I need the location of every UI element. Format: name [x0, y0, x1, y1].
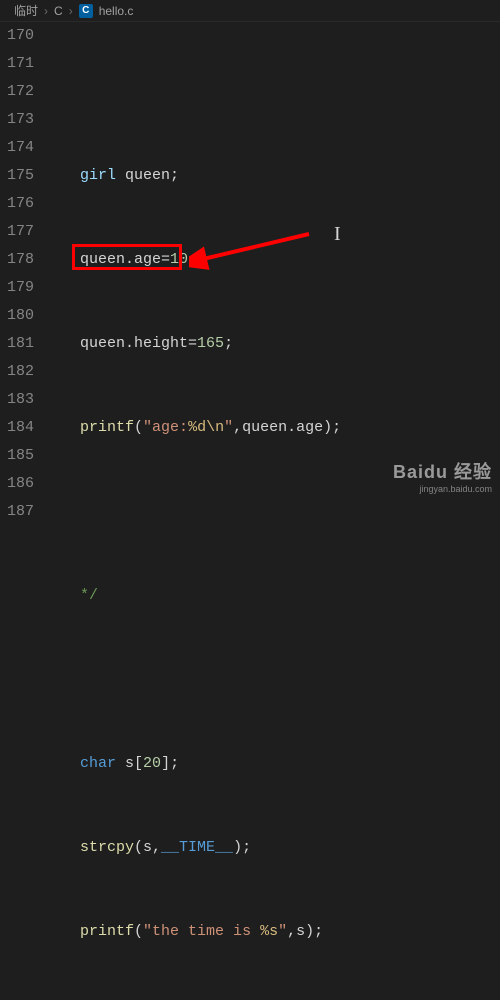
breadcrumb[interactable]: 临时 › C › C hello.c: [0, 0, 500, 22]
line-number: 184: [0, 414, 34, 442]
line-number: 174: [0, 134, 34, 162]
line-number: 180: [0, 302, 34, 330]
breadcrumb-file[interactable]: hello.c: [99, 4, 134, 18]
line-number: 177: [0, 218, 34, 246]
line-number: 186: [0, 470, 34, 498]
chevron-right-icon: ›: [69, 4, 73, 18]
line-number: 179: [0, 274, 34, 302]
line-number: 172: [0, 78, 34, 106]
line-number: 170: [0, 22, 34, 50]
c-file-icon: C: [79, 4, 93, 18]
line-number: 183: [0, 386, 34, 414]
line-number-gutter: 1701711721731741751761771781791801811821…: [0, 22, 44, 500]
line-number: 181: [0, 330, 34, 358]
line-number: 173: [0, 106, 34, 134]
line-number: 185: [0, 442, 34, 470]
line-number: 187: [0, 498, 34, 526]
breadcrumb-sub[interactable]: C: [54, 4, 63, 18]
code-editor[interactable]: 1701711721731741751761771781791801811821…: [0, 22, 500, 500]
line-number: 176: [0, 190, 34, 218]
text-cursor-icon: I: [334, 220, 341, 248]
chevron-right-icon: ›: [44, 4, 48, 18]
line-number: 182: [0, 358, 34, 386]
line-number: 171: [0, 50, 34, 78]
line-number: 175: [0, 162, 34, 190]
line-number: 178: [0, 246, 34, 274]
breadcrumb-folder[interactable]: 临时: [14, 2, 38, 19]
code-area[interactable]: girl queen; queen.age=10; queen.height=1…: [44, 22, 500, 500]
code-text: girl: [80, 167, 116, 184]
